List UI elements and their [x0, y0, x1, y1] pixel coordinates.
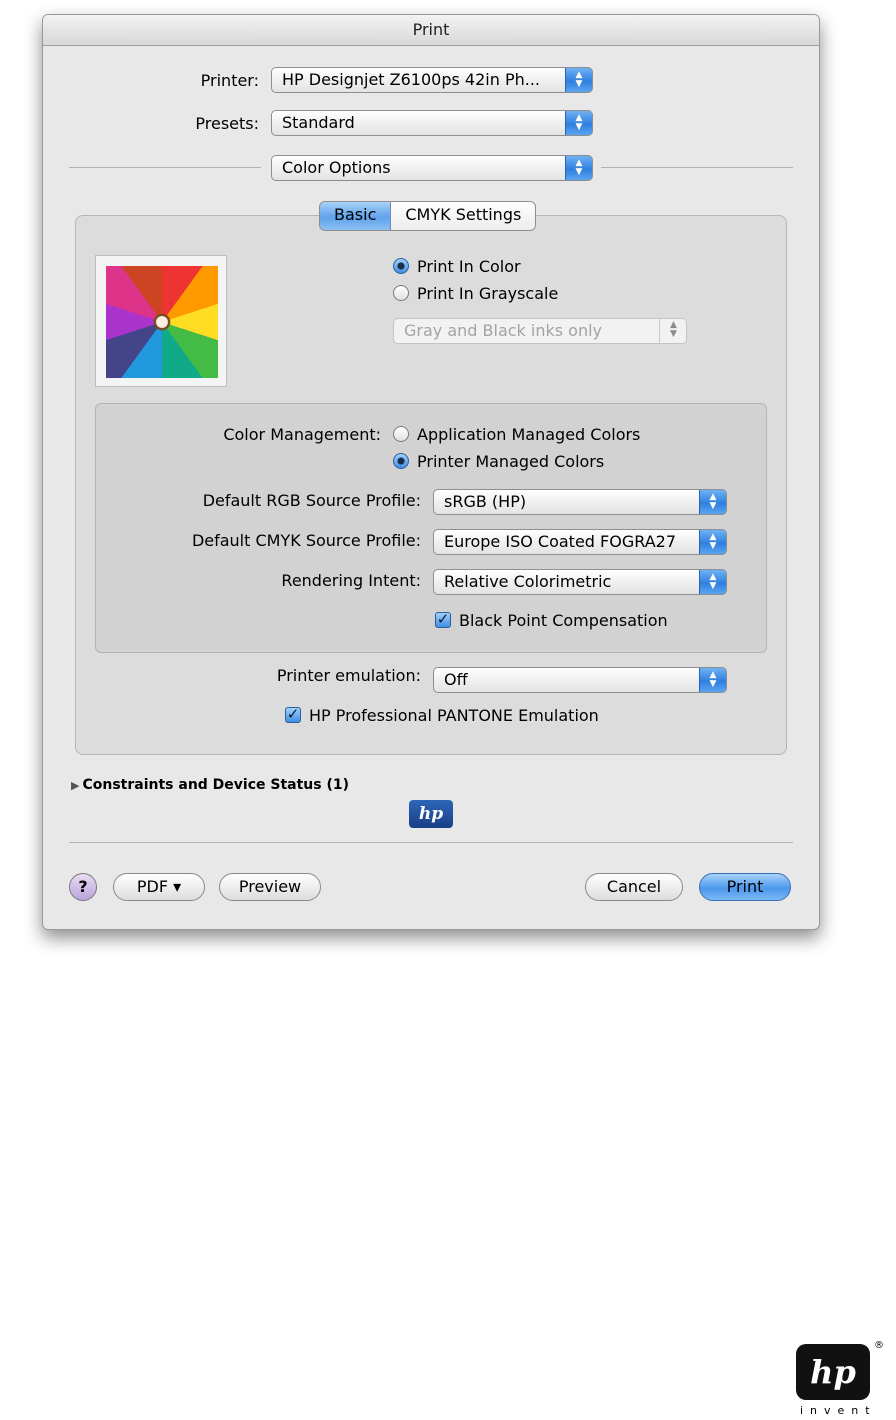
presets-popup[interactable]: Standard ▲ ▼ [271, 110, 593, 136]
radio-button-icon [393, 426, 409, 442]
radio-button-icon [393, 285, 409, 301]
gray-inks-popup[interactable]: Gray and Black inks only ▲ ▼ [393, 318, 687, 344]
color-preview-image [95, 255, 227, 387]
checkmark-icon: ✓ [435, 610, 451, 628]
hp-logo-small: hp [409, 800, 453, 828]
up-down-arrows-icon: ▲ ▼ [699, 668, 726, 692]
radio-button-icon [393, 453, 409, 469]
up-down-arrows-icon: ▲ ▼ [565, 156, 592, 180]
black-point-compensation-checkbox[interactable]: ✓ Black Point Compensation [435, 611, 668, 631]
up-down-arrows-icon: ▲ ▼ [699, 570, 726, 594]
printer-popup[interactable]: HP Designjet Z6100ps 42in Ph... ▲ ▼ [271, 67, 593, 93]
rgb-profile-popup[interactable]: sRGB (HP) ▲ ▼ [433, 489, 727, 515]
gray-inks-value: Gray and Black inks only [404, 321, 603, 340]
up-down-arrows-icon: ▲ ▼ [659, 319, 686, 343]
up-down-arrows-icon: ▲ ▼ [565, 111, 592, 135]
print-button[interactable]: Print [699, 873, 791, 901]
colored-pencils-image [106, 266, 218, 378]
up-down-arrows-icon: ▲ ▼ [699, 530, 726, 554]
rgb-profile-value: sRGB (HP) [444, 492, 527, 511]
preview-button[interactable]: Preview [219, 873, 321, 901]
section-popup[interactable]: Color Options ▲ ▼ [271, 155, 593, 181]
rendering-intent-value: Relative Colorimetric [444, 572, 612, 591]
cmyk-profile-value: Europe ISO Coated FOGRA27 [444, 532, 676, 551]
cancel-button[interactable]: Cancel [585, 873, 683, 901]
checkbox-label: HP Professional PANTONE Emulation [309, 706, 599, 725]
printer-emulation-value: Off [444, 670, 468, 689]
radio-print-in-color[interactable]: Print In Color [393, 257, 521, 277]
registered-mark: ® [874, 1340, 884, 1351]
presets-label: Presets: [195, 114, 259, 133]
separator-right [601, 167, 793, 168]
radio-printer-managed[interactable]: Printer Managed Colors [393, 452, 604, 472]
up-down-arrows-icon: ▲ ▼ [699, 490, 726, 514]
tab-bar: Basic CMYK Settings [319, 201, 537, 231]
window-title: Print [43, 15, 819, 46]
radio-label: Application Managed Colors [417, 425, 641, 444]
hp-logo: hp [796, 1344, 870, 1400]
constraints-label: Constraints and Device Status (1) [82, 777, 350, 793]
checkmark-icon: ✓ [285, 705, 301, 723]
cmyk-profile-label: Default CMYK Source Profile: [191, 531, 421, 550]
radio-label: Print In Color [417, 257, 521, 276]
pantone-emulation-checkbox[interactable]: ✓ HP Professional PANTONE Emulation [285, 706, 599, 726]
rgb-profile-label: Default RGB Source Profile: [202, 491, 421, 510]
tab-basic[interactable]: Basic [320, 202, 392, 230]
printer-label: Printer: [200, 71, 259, 90]
checkbox-label: Black Point Compensation [459, 611, 668, 630]
footer-separator [69, 842, 793, 843]
help-button[interactable]: ? [69, 873, 97, 901]
color-management-label: Color Management: [223, 425, 381, 444]
radio-button-icon [393, 258, 409, 274]
section-value: Color Options [282, 158, 391, 177]
tab-cmyk-settings[interactable]: CMYK Settings [391, 202, 536, 230]
printer-emulation-popup[interactable]: Off ▲ ▼ [433, 667, 727, 693]
separator-left [69, 167, 261, 168]
constraints-disclosure[interactable]: ▶ Constraints and Device Status (1) [71, 777, 349, 793]
radio-label: Print In Grayscale [417, 284, 559, 303]
rendering-intent-popup[interactable]: Relative Colorimetric ▲ ▼ [433, 569, 727, 595]
radio-label: Printer Managed Colors [417, 452, 605, 471]
printer-value: HP Designjet Z6100ps 42in Ph... [282, 70, 540, 89]
pdf-button[interactable]: PDF ▾ [113, 873, 205, 901]
up-down-arrows-icon: ▲ ▼ [565, 68, 592, 92]
cmyk-profile-popup[interactable]: Europe ISO Coated FOGRA27 ▲ ▼ [433, 529, 727, 555]
radio-application-managed[interactable]: Application Managed Colors [393, 425, 640, 445]
radio-print-in-grayscale[interactable]: Print In Grayscale [393, 284, 558, 304]
disclosure-triangle-icon: ▶ [71, 779, 80, 792]
rendering-intent-label: Rendering Intent: [281, 571, 421, 590]
print-dialog: Print Printer: HP Designjet Z6100ps 42in… [42, 14, 820, 930]
printer-emulation-label: Printer emulation: [276, 666, 421, 685]
hp-tagline: invent [800, 1404, 877, 1417]
presets-value: Standard [282, 113, 355, 132]
